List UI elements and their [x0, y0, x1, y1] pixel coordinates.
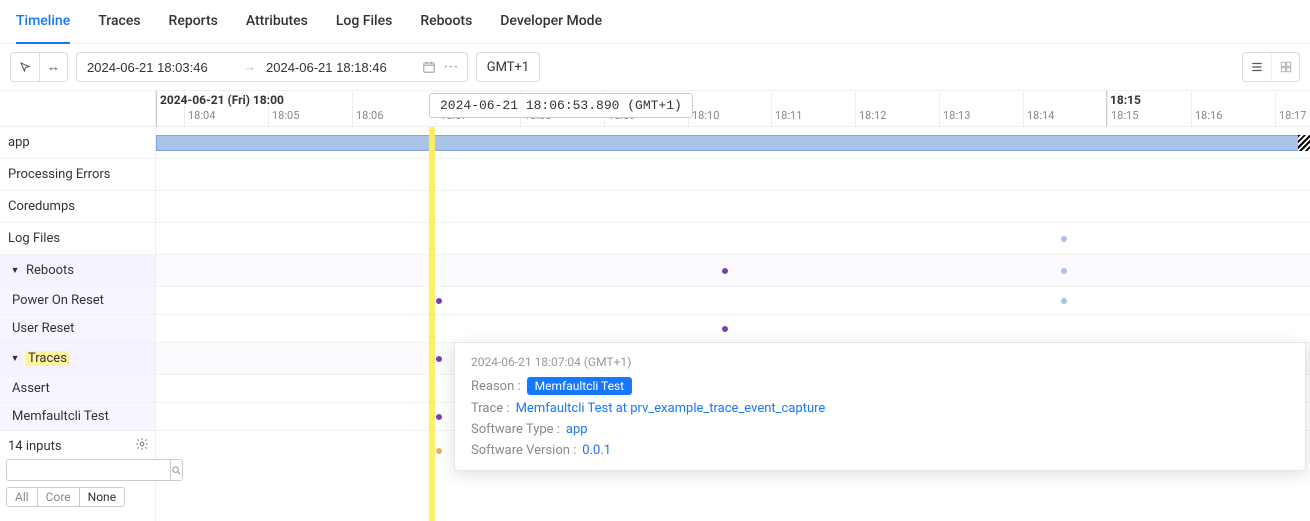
cursor-tool-group: ↔	[10, 52, 68, 82]
cursor-marker	[429, 127, 435, 521]
filter-core[interactable]: Core	[37, 487, 80, 507]
event-dot[interactable]	[436, 356, 442, 362]
trace-link[interactable]: Memfaultcli Test at prv_example_trace_ev…	[516, 401, 826, 416]
ruler-tick-label: 18:05	[272, 109, 299, 122]
lane-power-on-reset[interactable]: Power On Reset	[0, 287, 155, 315]
card-label-swtype: Software Type :	[471, 422, 560, 437]
ruler-tick-label: 18:15	[1111, 109, 1138, 122]
ruler-tick-label: 18:06	[356, 109, 383, 122]
tab-reboots[interactable]: Reboots	[420, 0, 472, 44]
caret-down-icon: ▼	[8, 265, 22, 276]
lane-body-log-files	[156, 223, 1310, 255]
ruler-tick-label: 18:14	[1027, 109, 1054, 122]
grid-view-button[interactable]	[1271, 53, 1299, 81]
calendar-icon[interactable]	[422, 60, 436, 74]
pan-tool[interactable]: ↔	[39, 53, 67, 81]
lane-app[interactable]: app	[0, 127, 155, 159]
lane-label: Power On Reset	[12, 293, 104, 308]
time-range-picker[interactable]: → ···	[76, 52, 468, 82]
lane-coredumps[interactable]: Coredumps	[0, 191, 155, 223]
event-dot[interactable]	[1061, 268, 1067, 274]
timezone-select[interactable]: GMT+1	[476, 52, 540, 82]
lane-label: Processing Errors	[8, 167, 110, 182]
caret-down-icon: ▼	[8, 353, 22, 364]
lane-body-power-on-reset	[156, 287, 1310, 315]
lane-label: Coredumps	[8, 199, 75, 214]
lane-label: app	[8, 135, 30, 150]
tab-log-files[interactable]: Log Files	[336, 0, 392, 44]
lane-label: User Reset	[12, 321, 74, 336]
lane-body-processing-errors	[156, 159, 1310, 191]
card-label-swver: Software Version :	[471, 443, 576, 458]
event-dot[interactable]	[722, 268, 728, 274]
filter-none[interactable]: None	[79, 487, 125, 507]
tab-timeline[interactable]: Timeline	[16, 0, 70, 44]
lane-body-user-reset	[156, 315, 1310, 343]
ruler-tick-label: 18:10	[692, 109, 719, 122]
ruler-major-label: 18:15	[1110, 93, 1141, 107]
lane-log-files[interactable]: Log Files	[0, 223, 155, 255]
more-icon[interactable]: ···	[444, 60, 459, 75]
end-marker-icon	[1298, 135, 1310, 151]
lane-assert[interactable]: Assert	[0, 375, 155, 403]
lane-body-app	[156, 127, 1310, 159]
lane-body-coredumps	[156, 191, 1310, 223]
event-dot[interactable]	[436, 448, 442, 454]
ruler-tick-label: 18:11	[775, 109, 802, 122]
range-end-input[interactable]	[264, 59, 414, 76]
event-dot[interactable]	[722, 326, 728, 332]
ruler-tick-label: 18:13	[943, 109, 970, 122]
trace-detail-card: 2024-06-21 18:07:04 (GMT+1) Reason : Mem…	[454, 342, 1306, 471]
tab-reports[interactable]: Reports	[169, 0, 218, 44]
top-tabs: Timeline Traces Reports Attributes Log Files…	[0, 0, 1310, 44]
ruler-tick-label: 18:17	[1279, 109, 1306, 122]
lane-tree: app Processing Errors Coredumps Log File…	[0, 91, 156, 521]
event-dot[interactable]	[1061, 236, 1067, 242]
arrow-right-icon: →	[243, 59, 256, 75]
event-dot[interactable]	[436, 414, 442, 420]
filter-all[interactable]: All	[6, 487, 38, 507]
ruler-tick-label: 18:04	[188, 109, 215, 122]
timeline-pane[interactable]: 18:0218:0318:0418:0518:0618:0718:0818:09…	[156, 91, 1310, 521]
filter-buttons: AllCoreNone	[0, 487, 155, 507]
reason-badge[interactable]: Memfaultcli Test	[527, 377, 632, 395]
swver-link[interactable]: 0.0.1	[582, 443, 611, 458]
lane-group-reboots[interactable]: ▼ Reboots	[0, 255, 155, 287]
lane-label: Memfaultcli Test	[12, 409, 109, 424]
card-label-reason: Reason :	[471, 379, 521, 394]
ruler-tick-label: 18:16	[1195, 109, 1222, 122]
swtype-link[interactable]: app	[566, 422, 588, 437]
view-toggle-group	[1242, 52, 1300, 82]
ruler-tick-label: 18:12	[859, 109, 886, 122]
event-dot[interactable]	[1061, 298, 1067, 304]
tree-search-input[interactable]	[6, 459, 171, 481]
lane-group-traces[interactable]: ▼ Traces	[0, 343, 155, 375]
lane-label: Reboots	[26, 263, 74, 278]
tab-attributes[interactable]: Attributes	[246, 0, 308, 44]
hover-time-bubble: 2024-06-21 18:06:53.890 (GMT+1)	[429, 93, 693, 118]
inputs-count: 14 inputs	[8, 439, 62, 454]
lane-memfaultcli-test[interactable]: Memfaultcli Test	[0, 403, 155, 431]
ruler-major-label: 2024-06-21 (Fri) 18:00	[160, 93, 284, 107]
tab-developer-mode[interactable]: Developer Mode	[500, 0, 602, 44]
event-dot[interactable]	[436, 298, 442, 304]
toolbar: ↔ → ··· GMT+1	[0, 44, 1310, 91]
list-view-button[interactable]	[1243, 53, 1271, 81]
tab-traces[interactable]: Traces	[98, 0, 140, 44]
inputs-summary: 14 inputs	[0, 431, 155, 459]
card-timestamp: 2024-06-21 18:07:04 (GMT+1)	[471, 355, 1289, 369]
lane-label: Assert	[12, 381, 50, 396]
lane-label: Log Files	[8, 231, 60, 246]
lane-label: Traces	[26, 351, 69, 366]
app-span-bar[interactable]	[156, 135, 1310, 151]
lane-processing-errors[interactable]: Processing Errors	[0, 159, 155, 191]
gear-icon[interactable]	[135, 437, 149, 455]
lane-body-reboots	[156, 255, 1310, 287]
cursor-tool[interactable]	[11, 53, 39, 81]
lane-user-reset[interactable]: User Reset	[0, 315, 155, 343]
range-start-input[interactable]	[85, 59, 235, 76]
card-label-trace: Trace :	[471, 401, 510, 416]
time-ruler[interactable]: 18:0218:0318:0418:0518:0618:0718:0818:09…	[156, 91, 1310, 127]
